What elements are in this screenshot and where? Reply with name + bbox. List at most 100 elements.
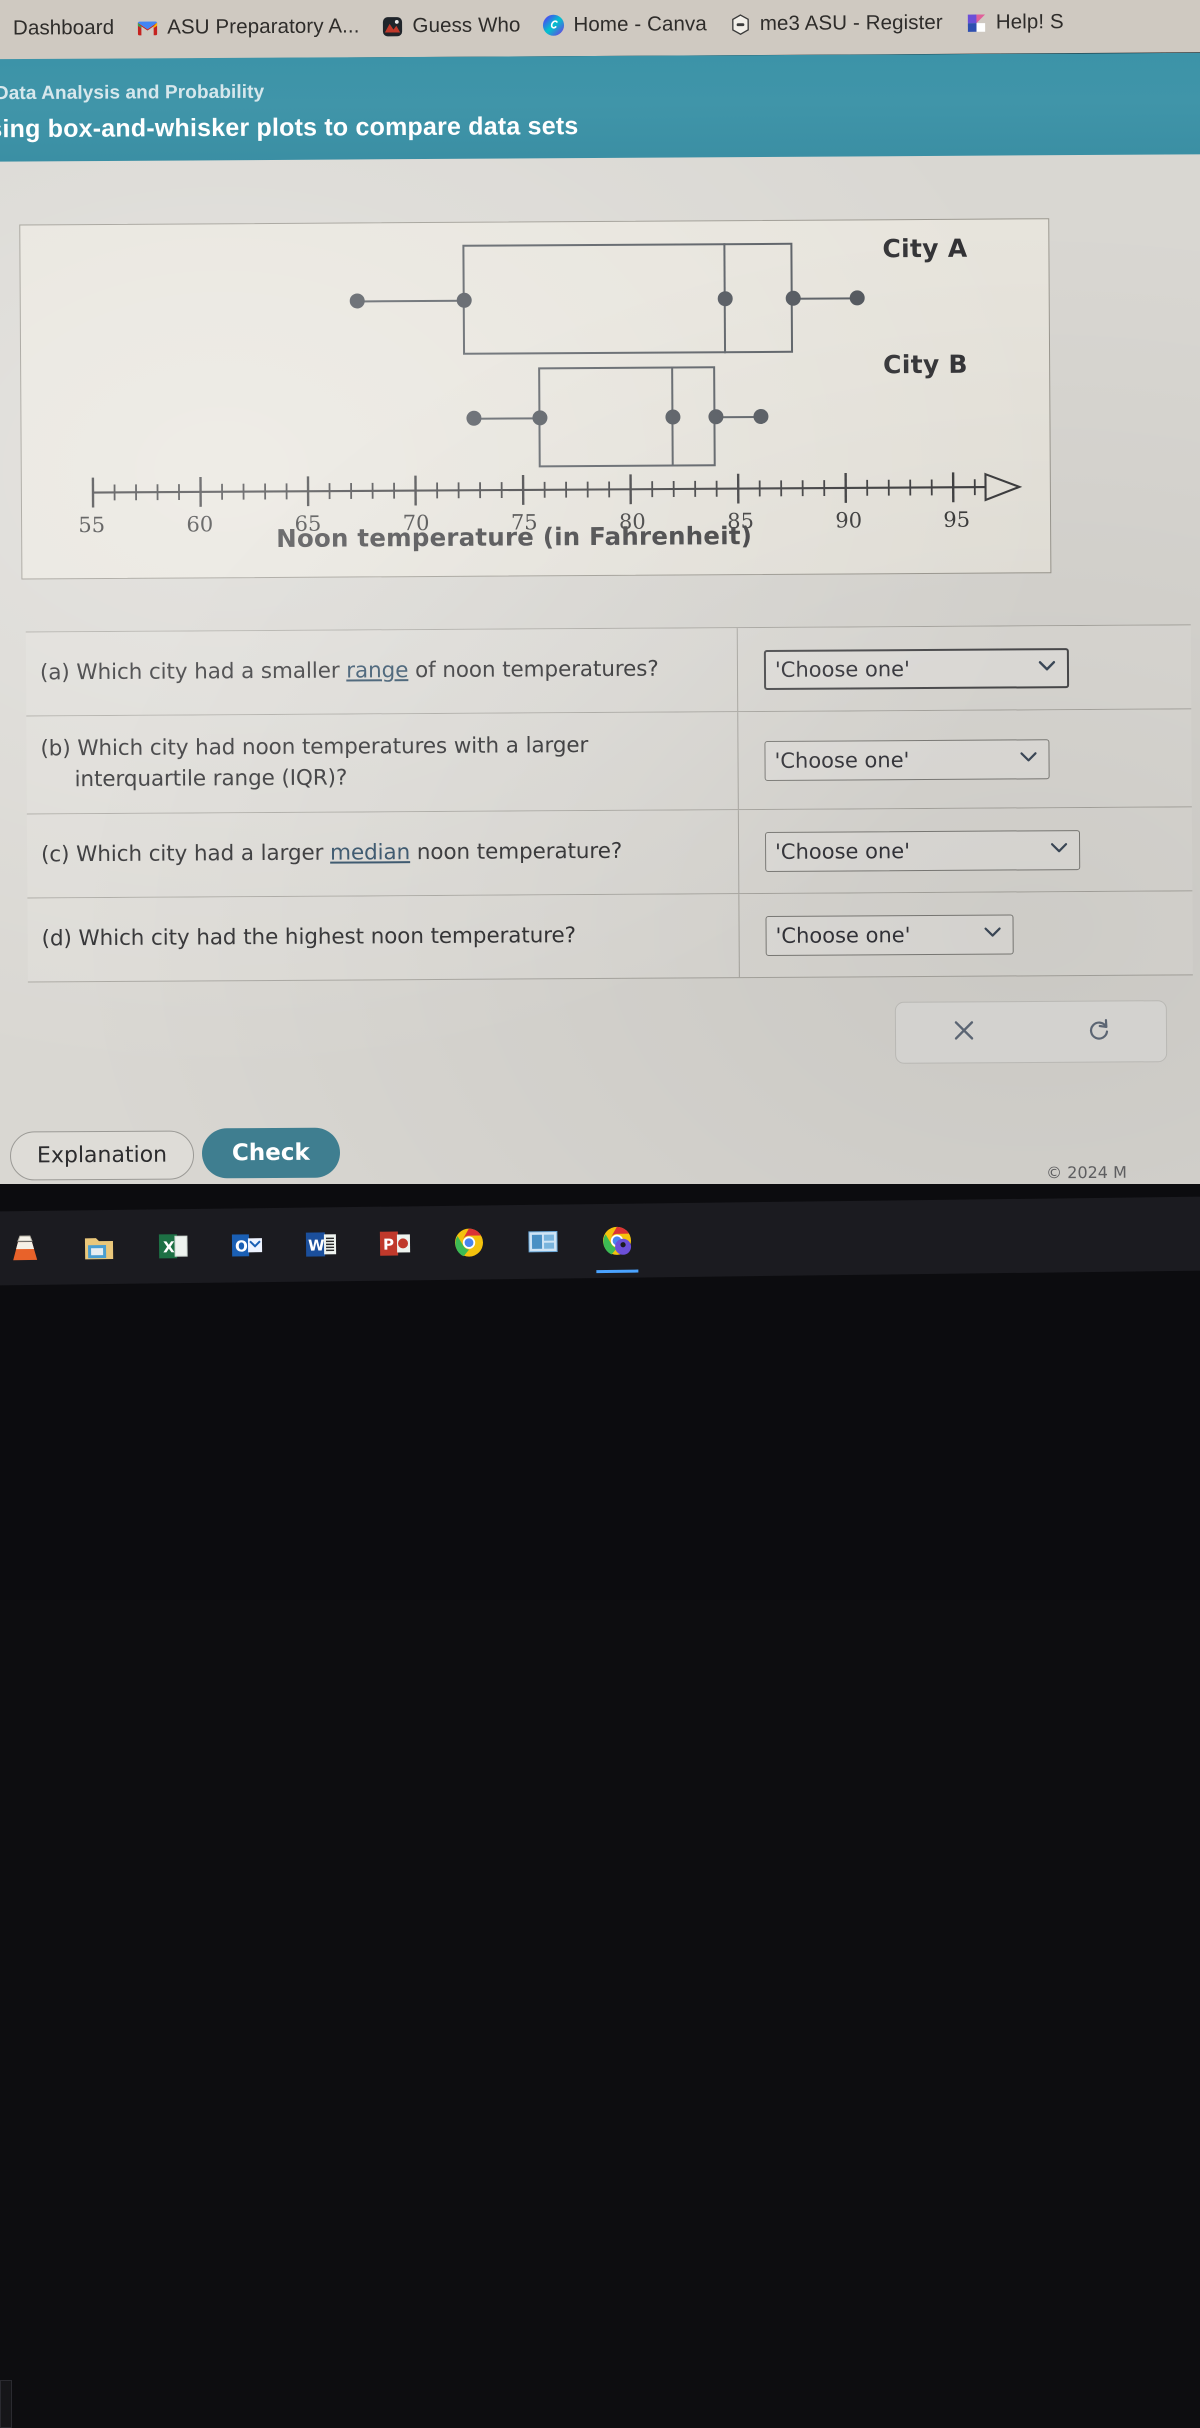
axis-tick-label-60: 60 (186, 512, 213, 536)
vlc-icon (7, 1230, 43, 1266)
bookmark-guess-who[interactable]: Guess Who (370, 13, 531, 38)
taskbar-item-blue-app[interactable] (506, 1207, 581, 1276)
bookmark-me3-asu-register[interactable]: me3 ASU - Register (718, 11, 954, 36)
svg-text:W: W (308, 1236, 325, 1254)
taskbar-item-chrome[interactable] (432, 1208, 507, 1277)
table-row: (c) Which city had a larger median noon … (27, 807, 1192, 898)
svg-text:O: O (235, 1237, 248, 1255)
taskbar-item-excel[interactable]: X (136, 1212, 211, 1281)
term-median[interactable]: median (330, 840, 410, 865)
axis-tick-label-95: 95 (943, 508, 970, 532)
dropdown-value: 'Choose one' (776, 923, 911, 948)
axis-caption: Noon temperature (in Fahrenheit) (276, 521, 752, 553)
me3-icon (729, 13, 752, 36)
answer-actions-panel (895, 1000, 1167, 1064)
clear-answers-button[interactable] (940, 1012, 986, 1052)
copyright-text: © 2024 M (1046, 1163, 1127, 1182)
question-a-text: (a) Which city had a smaller range of no… (40, 655, 659, 689)
dropdown-value: 'Choose one' (774, 748, 909, 773)
desktop-background: X O W (0, 1184, 1200, 1600)
bookmark-label: Guess Who (412, 13, 520, 38)
screen-photo: Dashboard ASU Preparatory A... (0, 0, 1200, 1600)
lesson-topic: Data Analysis and Probability (0, 82, 264, 105)
table-row: (d) Which city had the highest noon temp… (27, 891, 1192, 982)
term-range[interactable]: range (346, 658, 408, 683)
close-x-icon (950, 1017, 976, 1048)
svg-text:X: X (163, 1238, 175, 1256)
explanation-button[interactable]: Explanation (10, 1130, 194, 1180)
windows-taskbar: X O W (0, 1196, 1200, 1285)
guess-who-icon (381, 15, 404, 38)
question-b-before: Which city had noon temperatures with a … (77, 733, 588, 761)
bookmark-label: me3 ASU - Register (760, 11, 943, 36)
chevron-down-icon (984, 926, 1002, 943)
question-d-control: 'Choose one' (739, 891, 1192, 977)
chevron-down-icon (1038, 659, 1056, 676)
taskbar-item-chrome-active[interactable] (580, 1206, 655, 1275)
chrome-icon (451, 1224, 487, 1260)
dropdown-value: 'Choose one' (775, 839, 910, 864)
outlook-icon: O (229, 1227, 265, 1263)
bookmark-home-canva[interactable]: Home - Canva (531, 12, 718, 37)
question-b-cell: (b) Which city had noon temperatures wit… (26, 712, 739, 813)
dropdown-question-b[interactable]: 'Choose one' (764, 739, 1049, 781)
chevron-down-icon (1019, 750, 1037, 767)
question-c-control: 'Choose one' (739, 807, 1192, 893)
bookmark-asu-preparatory[interactable]: ASU Preparatory A... (125, 14, 370, 39)
question-b-prefix: (b) (40, 736, 70, 761)
taskbar-item-outlook[interactable]: O (210, 1211, 285, 1280)
questions-table: (a) Which city had a smaller range of no… (26, 624, 1193, 982)
svg-text:P: P (383, 1236, 394, 1254)
taskbar-item-word[interactable]: W (284, 1210, 359, 1279)
question-d-text: (d) Which city had the highest noon temp… (42, 921, 576, 955)
help-icon (965, 11, 988, 34)
box-plot-figure: City A City B (19, 218, 1051, 579)
footer-bar: Explanation Check © 2024 M (0, 1108, 1200, 1194)
file-explorer-icon (81, 1229, 117, 1265)
dropdown-question-d[interactable]: 'Choose one' (765, 914, 1013, 956)
table-row: (b) Which city had noon temperatures wit… (26, 709, 1192, 814)
question-c-after: noon temperature? (410, 839, 622, 865)
lesson-header: Data Analysis and Probability Using box-… (0, 53, 1200, 167)
bookmark-help[interactable]: Help! S (954, 10, 1075, 35)
taskbar-item-powerpoint[interactable]: P (358, 1209, 433, 1278)
reset-answers-button[interactable] (1075, 1011, 1121, 1051)
lesson-topic-label: Data Analysis and Probability (0, 82, 264, 105)
bookmark-label: ASU Preparatory A... (167, 14, 359, 39)
question-b-control: 'Choose one' (738, 709, 1192, 809)
canva-icon (542, 14, 565, 37)
bookmark-label: Help! S (996, 10, 1064, 34)
taskbar-item-file-explorer[interactable] (62, 1213, 137, 1282)
question-a-cell: (a) Which city had a smaller range of no… (26, 628, 738, 715)
question-c-cell: (c) Which city had a larger median noon … (27, 810, 739, 897)
axis-tick-label-55: 55 (78, 513, 105, 537)
question-b-line2: interquartile range (IQR)? (41, 763, 348, 795)
word-icon: W (303, 1226, 339, 1262)
bookmark-label: Dashboard (13, 16, 114, 41)
question-d-cell: (d) Which city had the highest noon temp… (27, 894, 739, 981)
taskbar-item-vlc[interactable] (0, 1214, 62, 1283)
question-c-before: Which city had a larger (76, 841, 330, 868)
powerpoint-icon: P (377, 1225, 413, 1261)
refresh-icon (1085, 1016, 1111, 1047)
dropdown-question-c[interactable]: 'Choose one' (765, 830, 1080, 872)
blue-app-icon (525, 1224, 561, 1260)
question-a-control: 'Choose one' (738, 625, 1191, 711)
question-b-text: (b) Which city had noon temperatures wit… (40, 731, 588, 795)
window-edge-sliver (0, 2380, 12, 2428)
question-a-prefix: (a) (40, 660, 70, 685)
question-a-after: of noon temperatures? (408, 657, 658, 684)
question-d-before: Which city had the highest noon temperat… (78, 923, 576, 951)
question-c-prefix: (c) (41, 842, 69, 867)
excel-icon: X (155, 1228, 191, 1264)
dropdown-question-a[interactable]: 'Choose one' (764, 648, 1069, 690)
chevron-down-icon (1050, 841, 1068, 858)
check-button[interactable]: Check (202, 1128, 340, 1179)
question-d-prefix: (d) (42, 926, 72, 951)
bookmark-dashboard[interactable]: Dashboard (2, 16, 125, 41)
page-title: Using box-and-whisker plots to compare d… (0, 112, 579, 144)
browser-bookmarks-bar: Dashboard ASU Preparatory A... (0, 0, 1200, 60)
gmail-icon (136, 16, 159, 39)
axis-tick-label-90: 90 (835, 508, 862, 532)
bookmark-label: Home - Canva (573, 12, 707, 37)
